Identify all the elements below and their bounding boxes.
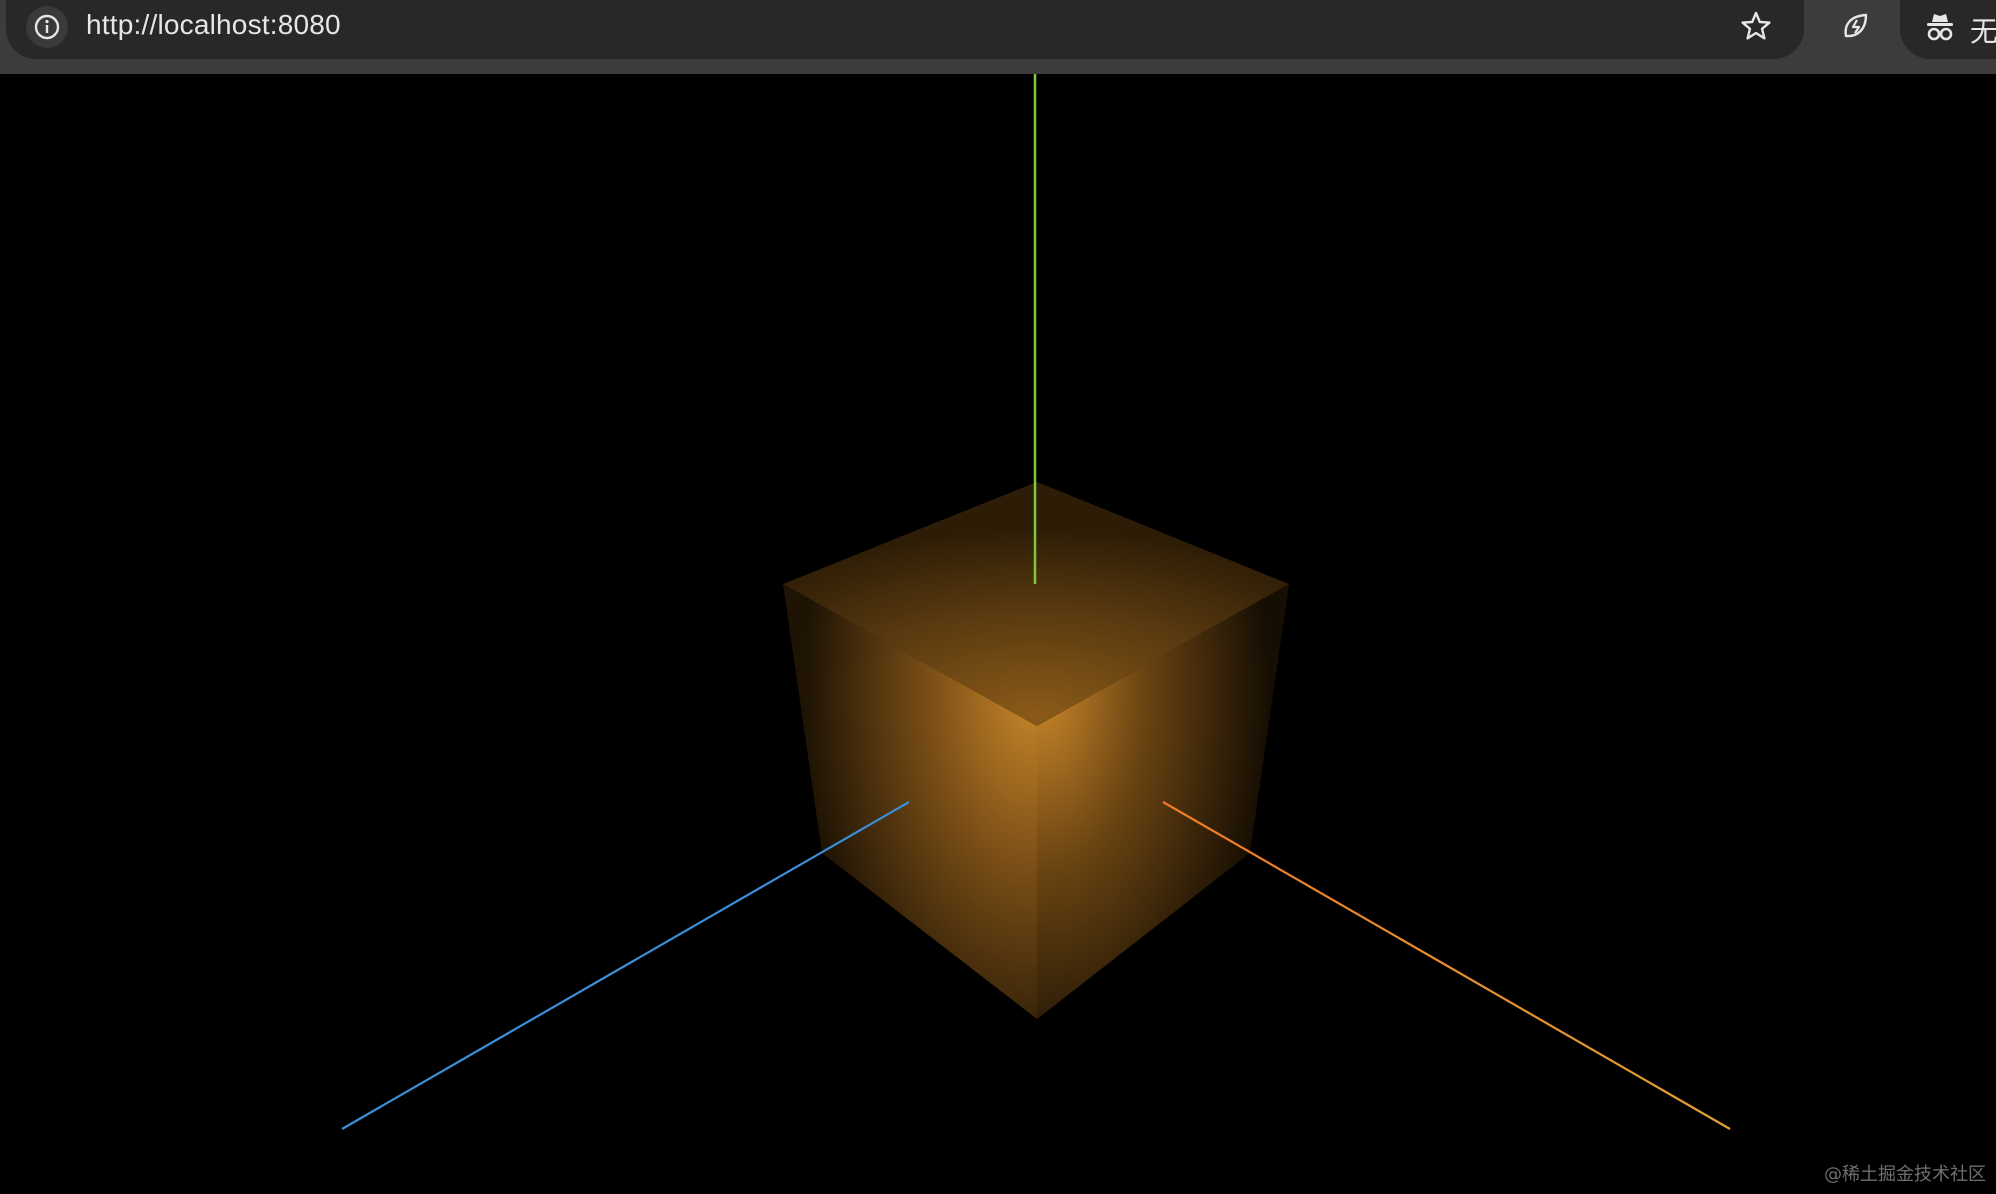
x-axis-line	[1162, 801, 1731, 1130]
profile-label[interactable]: 无	[1970, 10, 1996, 50]
browser-toolbar: http://localhost:8080 无	[0, 0, 1996, 74]
z-axis-line	[341, 801, 910, 1130]
star-icon[interactable]	[1738, 8, 1774, 44]
leaf-bolt-icon[interactable]	[1838, 8, 1874, 44]
url-text[interactable]: http://localhost:8080	[86, 9, 341, 41]
webgl-canvas[interactable]: @稀土掘金技术社区	[0, 74, 1996, 1194]
info-icon[interactable]	[26, 6, 68, 48]
three-scene	[341, 74, 1731, 1130]
watermark: @稀土掘金技术社区	[1824, 1164, 1986, 1185]
address-bar[interactable]: http://localhost:8080	[6, 0, 1804, 59]
incognito-icon[interactable]	[1922, 9, 1958, 45]
